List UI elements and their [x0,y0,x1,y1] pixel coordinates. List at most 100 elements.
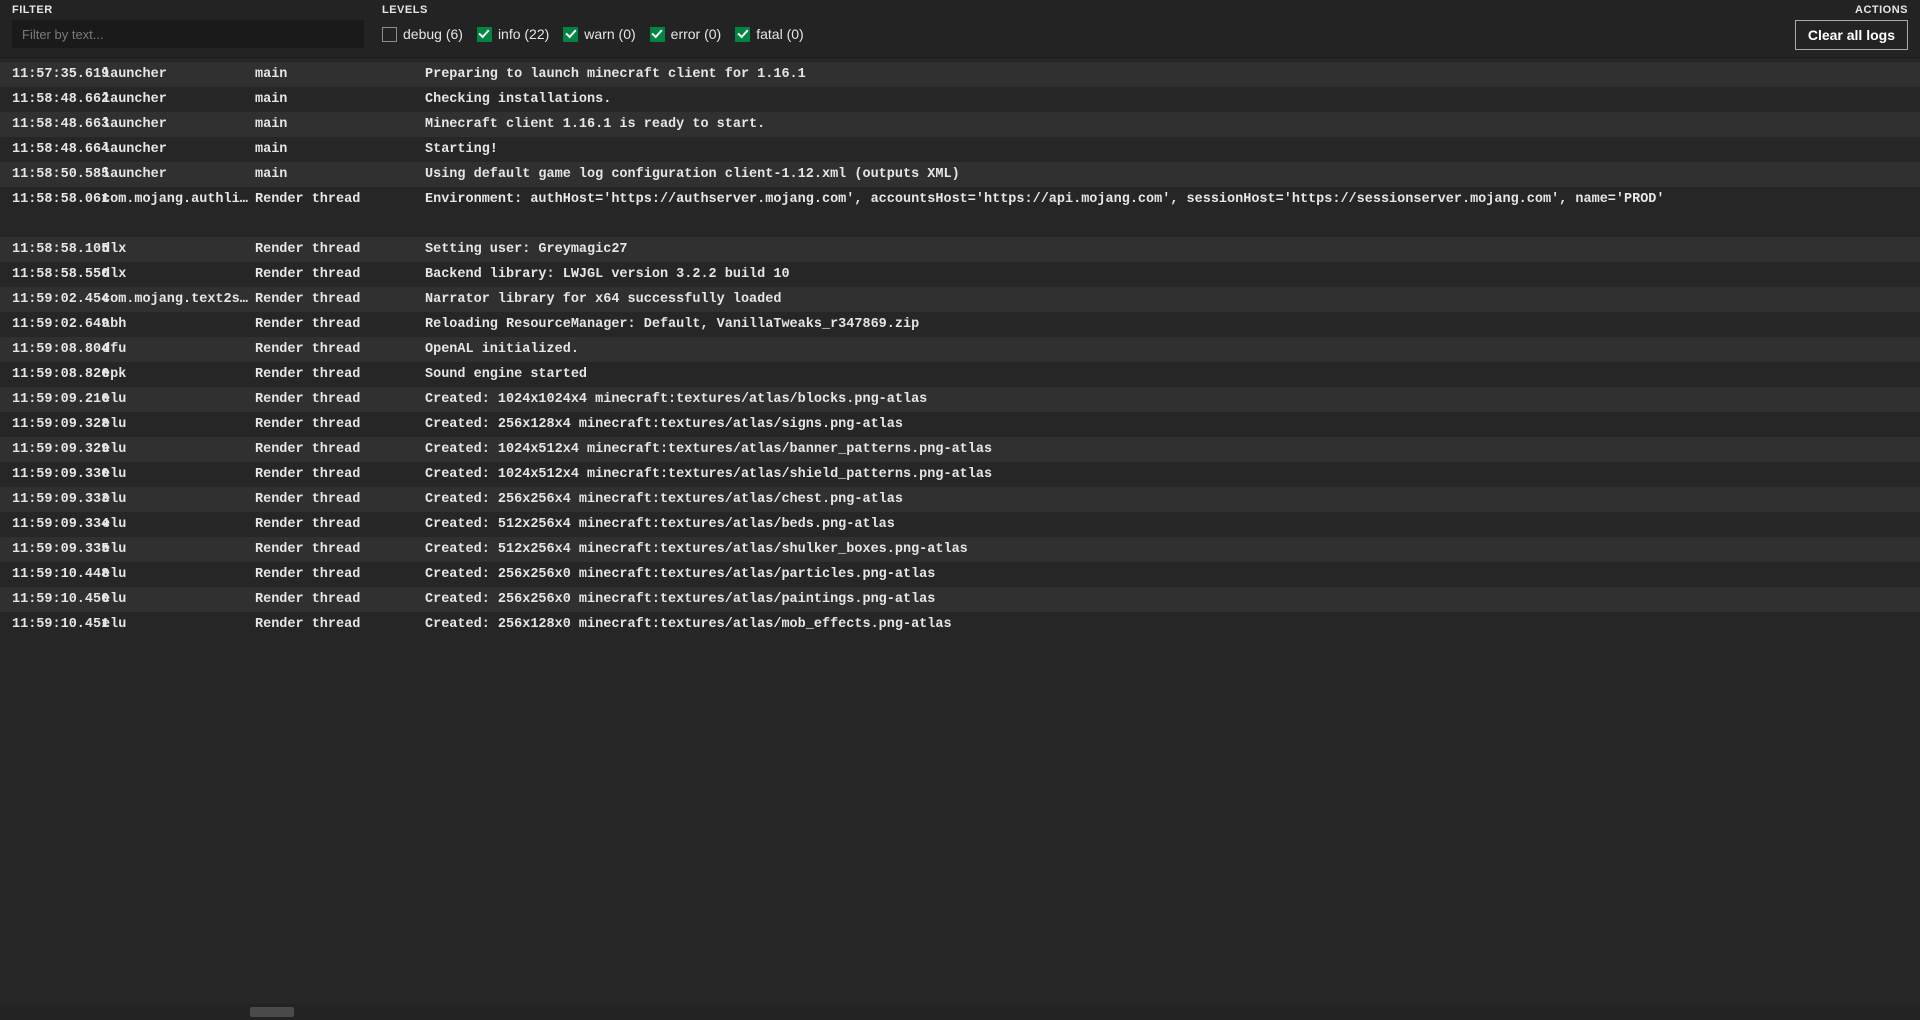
log-row[interactable]: 11:59:09.329eluRender threadCreated: 102… [0,437,1920,462]
log-time: 11:59:10.451 [0,617,100,632]
level-toggle-fatal[interactable]: fatal (0) [735,26,803,42]
log-message: Preparing to launch minecraft client for… [425,67,1920,82]
checkbox-icon[interactable] [563,27,578,42]
log-row[interactable]: 11:59:10.451eluRender threadCreated: 256… [0,612,1920,637]
log-thread: Render thread [255,292,425,307]
log-message: Created: 1024x512x4 minecraft:textures/a… [425,467,1920,482]
log-thread: Render thread [255,492,425,507]
header-bar: FILTER LEVELS debug (6) info (22) warn (0)… [0,0,1920,58]
log-thread: Render thread [255,242,425,257]
log-time: 11:59:09.328 [0,417,100,432]
level-toggle-info[interactable]: info (22) [477,26,549,42]
level-toggle-debug[interactable]: debug (6) [382,26,463,42]
log-row[interactable]: 11:59:09.328eluRender threadCreated: 256… [0,412,1920,437]
checkbox-icon[interactable] [735,27,750,42]
log-thread: Render thread [255,317,425,332]
log-source: elu [100,467,255,482]
levels-label: LEVELS [382,4,1795,16]
log-row[interactable]: 11:59:09.334eluRender threadCreated: 512… [0,512,1920,537]
log-table[interactable]: 11:57:35.619launchermainPreparing to lau… [0,58,1920,1004]
log-row[interactable]: 11:59:09.216eluRender threadCreated: 102… [0,387,1920,412]
log-source: elu [100,592,255,607]
log-thread: main [255,67,425,82]
log-message: Created: 256x128x0 minecraft:textures/at… [425,617,1920,632]
log-source: launcher [100,142,255,157]
log-row[interactable]: 11:59:08.804dfuRender threadOpenAL initi… [0,337,1920,362]
log-message: Setting user: Greymagic27 [425,242,1920,257]
log-message: Starting! [425,142,1920,157]
log-source: launcher [100,92,255,107]
log-time: 11:59:09.334 [0,517,100,532]
log-row[interactable]: 11:59:10.448eluRender threadCreated: 256… [0,562,1920,587]
log-time: 11:59:08.804 [0,342,100,357]
log-time: 11:58:48.663 [0,117,100,132]
log-thread: Render thread [255,342,425,357]
log-row[interactable]: 11:58:58.105dlxRender threadSetting user… [0,237,1920,262]
log-message: Created: 1024x512x4 minecraft:textures/a… [425,442,1920,457]
checkbox-icon[interactable] [382,27,397,42]
checkbox-icon[interactable] [650,27,665,42]
log-message: Created: 512x256x4 minecraft:textures/at… [425,542,1920,557]
log-message: Created: 256x256x4 minecraft:textures/at… [425,492,1920,507]
log-row[interactable]: 11:58:48.662launchermainChecking install… [0,87,1920,112]
log-thread: Render thread [255,517,425,532]
log-message: Created: 256x256x0 minecraft:textures/at… [425,567,1920,582]
log-source: elu [100,417,255,432]
log-message: Narrator library for x64 successfully lo… [425,292,1920,307]
log-source: launcher [100,67,255,82]
log-time: 11:59:10.450 [0,592,100,607]
log-time: 11:59:09.335 [0,542,100,557]
log-thread: Render thread [255,467,425,482]
log-row[interactable]: 11:59:08.826epkRender threadSound engine… [0,362,1920,387]
log-time: 11:58:48.664 [0,142,100,157]
log-thread: Render thread [255,542,425,557]
log-gap [0,212,1920,237]
log-row[interactable]: 11:58:58.061com.mojang.authlib.y…Render … [0,187,1920,212]
log-row[interactable]: 11:59:02.649abhRender threadReloading Re… [0,312,1920,337]
checkbox-icon[interactable] [477,27,492,42]
filter-section: FILTER [12,4,382,48]
log-thread: Render thread [255,367,425,382]
log-time: 11:59:09.329 [0,442,100,457]
log-row[interactable]: 11:59:09.335eluRender threadCreated: 512… [0,537,1920,562]
log-row[interactable]: 11:59:02.454com.mojang.text2spee…Render … [0,287,1920,312]
log-source: dlx [100,242,255,257]
log-row[interactable]: 11:58:58.550dlxRender threadBackend libr… [0,262,1920,287]
log-row[interactable]: 11:57:35.619launchermainPreparing to lau… [0,62,1920,87]
log-source: epk [100,367,255,382]
log-time: 11:59:02.454 [0,292,100,307]
filter-input[interactable] [12,20,364,48]
levels-section: LEVELS debug (6) info (22) warn (0) error (… [382,4,1795,48]
log-thread: Render thread [255,617,425,632]
clear-all-logs-button[interactable]: Clear all logs [1795,20,1908,50]
log-time: 11:59:10.448 [0,567,100,582]
level-toggle-warn[interactable]: warn (0) [563,26,635,42]
log-thread: Render thread [255,567,425,582]
level-label: warn (0) [584,26,635,42]
log-row[interactable]: 11:59:09.330eluRender threadCreated: 102… [0,462,1920,487]
log-message: Using default game log configuration cli… [425,167,1920,182]
horizontal-scrollbar-track[interactable] [0,1004,1920,1020]
log-thread: Render thread [255,442,425,457]
log-thread: main [255,167,425,182]
log-row[interactable]: 11:58:48.663launchermainMinecraft client… [0,112,1920,137]
log-time: 11:59:09.333 [0,492,100,507]
log-thread: main [255,117,425,132]
log-thread: main [255,142,425,157]
log-row[interactable]: 11:58:50.585launchermainUsing default ga… [0,162,1920,187]
log-message: Checking installations. [425,92,1920,107]
level-label: info (22) [498,26,549,42]
log-row[interactable]: 11:59:10.450eluRender threadCreated: 256… [0,587,1920,612]
log-source: launcher [100,117,255,132]
log-thread: Render thread [255,392,425,407]
horizontal-scrollbar-thumb[interactable] [250,1007,294,1017]
log-row[interactable]: 11:59:09.333eluRender threadCreated: 256… [0,487,1920,512]
actions-section: ACTIONS Clear all logs [1795,4,1908,50]
log-time: 11:58:58.061 [0,192,100,207]
log-source: elu [100,442,255,457]
log-row[interactable]: 11:58:48.664launchermainStarting! [0,137,1920,162]
log-thread: Render thread [255,267,425,282]
log-message: OpenAL initialized. [425,342,1920,357]
level-toggle-error[interactable]: error (0) [650,26,722,42]
log-message: Sound engine started [425,367,1920,382]
